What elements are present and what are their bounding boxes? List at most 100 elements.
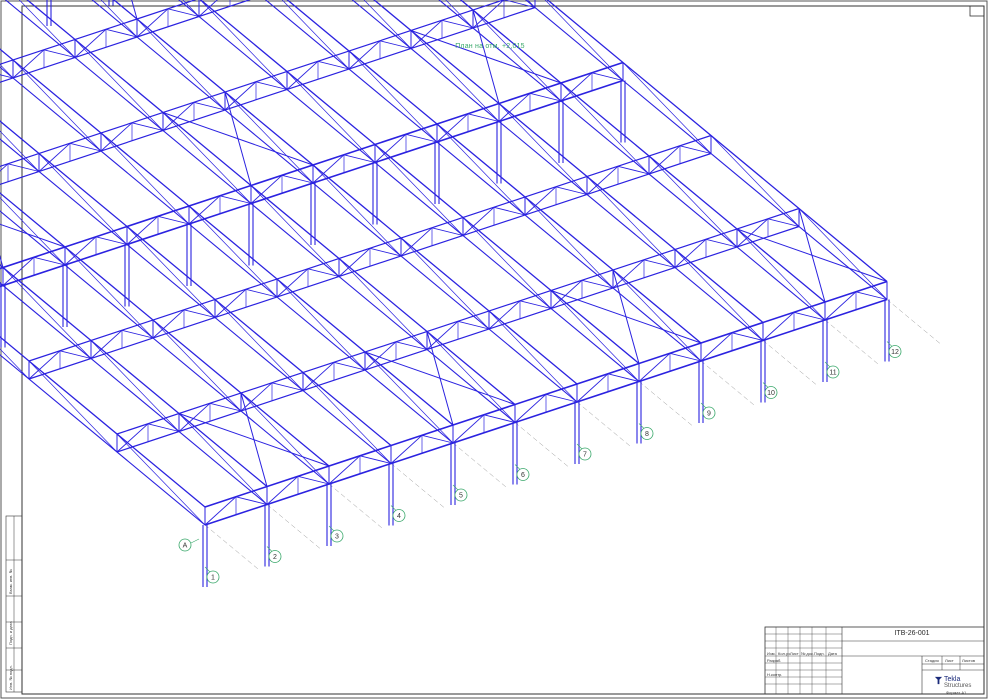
stamp-col-label: Стадия [925,658,939,663]
stamp-header-cell: Дата [828,651,837,656]
steel-member [136,18,226,111]
grid-lines [0,0,940,569]
stamp-header-cell: № док. [801,651,814,656]
steel-member [64,246,154,339]
steel-member [544,0,624,81]
format-label: Формат A1 [946,690,967,695]
grid-marker-label: А [183,543,188,550]
steel-member [560,82,650,175]
stamp-header-cell: Кол.уч [778,651,790,656]
brand-sub: Structures [944,683,972,689]
steel-member [4,0,516,423]
grid-axis-line [0,138,444,508]
steel-member [286,71,376,163]
steel-member [550,290,640,382]
side-stamp-label: Взам. инв. № [8,569,13,594]
steel-member [0,264,268,488]
grid-marker-label: 3 [335,534,339,541]
stamp-row-label: Н.контр. [767,672,783,677]
steel-member [612,269,702,362]
steel-member [178,413,268,505]
steel-member [762,311,795,341]
steel-member [12,59,102,152]
steel-member [674,249,764,341]
steel-member [214,299,304,391]
steel-member [264,0,702,362]
roof-truss-model: 123456789101112АБВ [0,0,940,587]
brand-name: Tekla [944,676,961,683]
steel-member [586,176,676,268]
steel-member [162,112,252,204]
stamp-col-label: Листов [962,658,975,663]
grid-marker-label: 1 [211,575,215,582]
steel-member [498,103,588,195]
steel-member [204,496,237,526]
steel-member [28,360,118,453]
steel-member [472,9,562,102]
steel-member [0,254,4,268]
steel-member [436,123,526,216]
steel-frame [0,0,888,526]
steel-member [351,0,764,341]
grid-marker-label: 9 [707,411,711,418]
steel-member [348,50,438,143]
grid-marker-label: 7 [583,452,587,459]
steel-member [116,433,206,526]
plan-title: План на отм. +2,015 [455,43,525,50]
steel-member [100,132,190,225]
steel-member [400,237,490,330]
steel-member [0,0,197,65]
steel-member [178,0,640,382]
steel-member [0,120,392,447]
grid-marker-label: 12 [891,349,899,356]
steel-member [188,205,278,298]
steel-member [152,319,242,412]
side-stamp-label: Инв. № подл. [8,665,13,690]
steel-member [2,267,92,359]
grid-marker-label: 6 [521,472,525,479]
stamp-header-cell: Изм. [767,651,776,656]
grid-marker-label: 8 [645,431,649,438]
steel-member [250,185,340,277]
grid-marker-label: 5 [459,493,463,500]
grid-marker-label: 4 [397,513,401,520]
side-stamp-label: Подп. и дата [8,621,13,645]
steel-member [0,0,506,168]
steel-member [328,455,361,485]
steel-member [736,228,826,321]
steel-member [514,393,547,423]
steel-member [302,372,392,464]
steel-member [622,62,712,154]
steel-member [438,0,826,321]
steel-member [276,278,366,371]
stamp-row-label: Разраб. [767,658,782,663]
steel-member [576,373,609,403]
steel-member [426,331,516,423]
steel-member [338,258,428,350]
grid-marker-label: 2 [273,554,277,561]
steel-member [700,332,733,362]
steel-member [0,64,14,79]
steel-member [459,0,826,303]
steel-member [824,291,857,321]
steel-member [126,226,216,318]
steel-member [0,348,30,380]
steel-member [0,163,9,172]
steel-member [462,217,552,309]
steel-member [224,91,314,184]
steel-member [240,392,330,485]
steel-member [90,340,180,432]
steel-member [266,475,299,505]
steel-member [38,153,128,245]
steel-member [374,144,464,236]
steel-member [710,135,800,227]
steel-member [0,0,359,69]
steel-member [445,0,474,29]
steel-member [364,351,454,444]
stamp-header-cell: Лист [790,651,799,656]
steel-member [798,208,888,300]
steel-member [0,0,359,87]
steel-member [488,310,578,403]
grid-marker-label: 11 [829,370,836,377]
stamp-col-label: Лист [945,658,954,663]
